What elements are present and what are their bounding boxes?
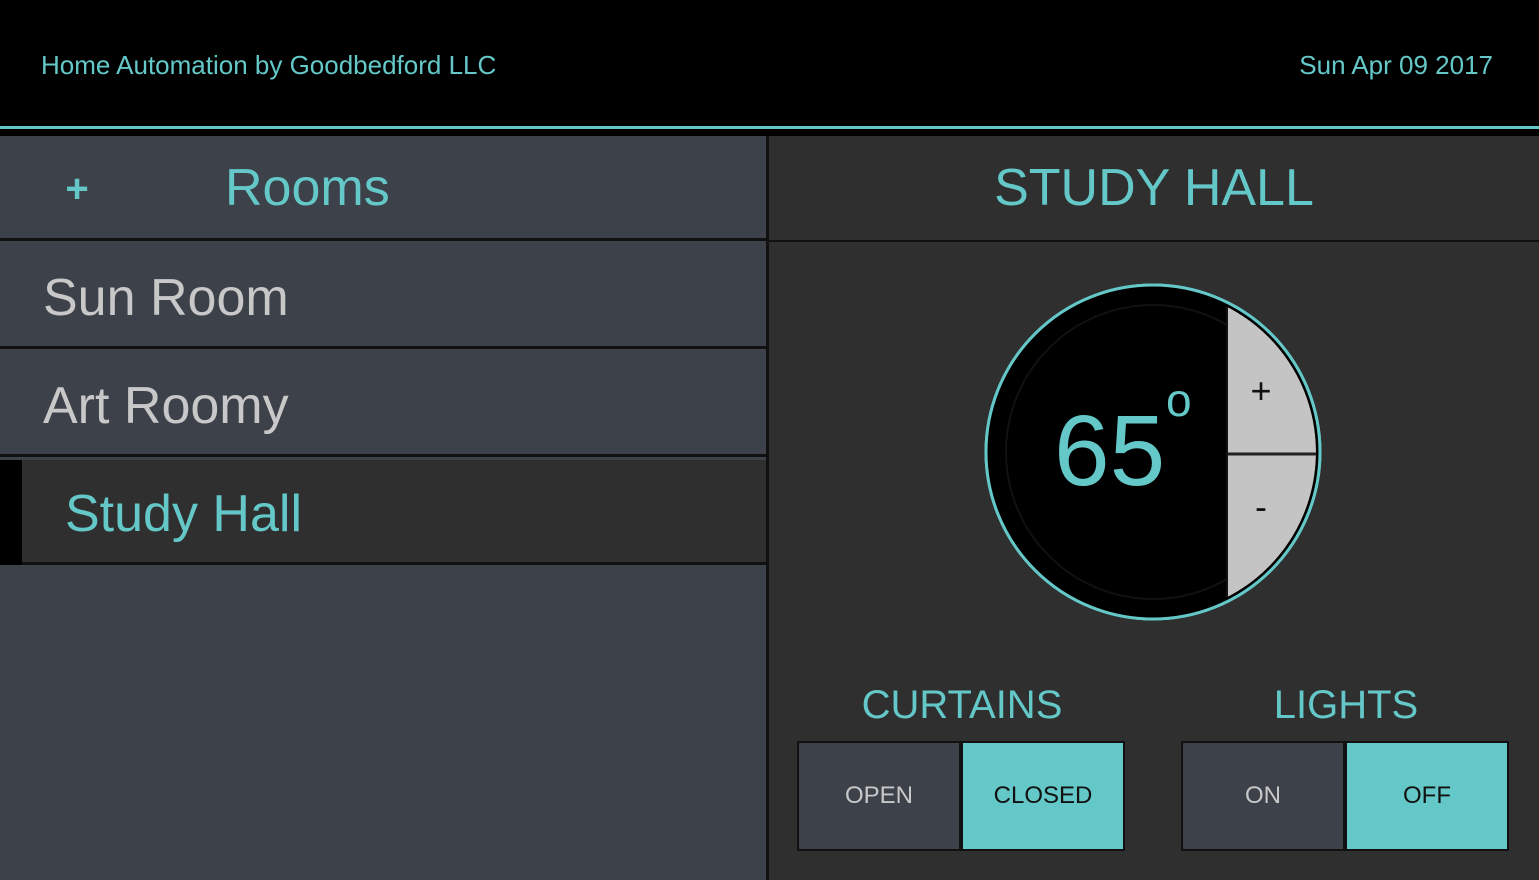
add-room-button[interactable]: + (60, 164, 94, 214)
temperature-value: 65 (1054, 395, 1166, 507)
brand-title: Home Automation by Goodbedford LLC (41, 50, 497, 80)
room-item-art-roomy[interactable]: Art Roomy (0, 352, 766, 457)
room-detail-header: STUDY HALL (769, 136, 1539, 242)
current-date: Sun Apr 09 2017 (1299, 50, 1493, 80)
curtains-label: CURTAINS (861, 683, 1063, 727)
rooms-sidebar: + Rooms Sun Room Art Roomy Study Hall (0, 136, 766, 880)
lights-label: LIGHTS (1273, 683, 1419, 727)
thermostat-dial: 65 o + - (984, 283, 1322, 621)
room-item-label: Sun Room (43, 269, 289, 327)
increase-temperature-button[interactable]: + (1227, 325, 1295, 453)
decrease-temperature-button[interactable]: - (1227, 455, 1295, 575)
active-indicator (0, 460, 22, 565)
degree-symbol: o (1166, 374, 1192, 426)
app: Home Automation by Goodbedford LLC Sun A… (0, 0, 1539, 880)
curtains-open-button[interactable]: OPEN (797, 741, 961, 851)
room-item-label: Art Roomy (43, 377, 289, 435)
room-title: STUDY HALL (994, 159, 1314, 217)
rooms-title: Rooms (225, 159, 390, 217)
rooms-header: + Rooms (0, 136, 766, 241)
room-item-study-hall[interactable]: Study Hall (0, 460, 766, 565)
curtains-closed-button[interactable]: CLOSED (961, 741, 1125, 851)
room-item-sun-room[interactable]: Sun Room (0, 244, 766, 349)
lights-on-button[interactable]: ON (1181, 741, 1345, 851)
lights-off-button[interactable]: OFF (1345, 741, 1509, 851)
room-item-label: Study Hall (65, 485, 302, 543)
app-header: Home Automation by Goodbedford LLC Sun A… (0, 0, 1539, 129)
room-detail-panel: STUDY HALL 65 o + - CURTAINS OPEN CLOSED… (766, 136, 1539, 880)
